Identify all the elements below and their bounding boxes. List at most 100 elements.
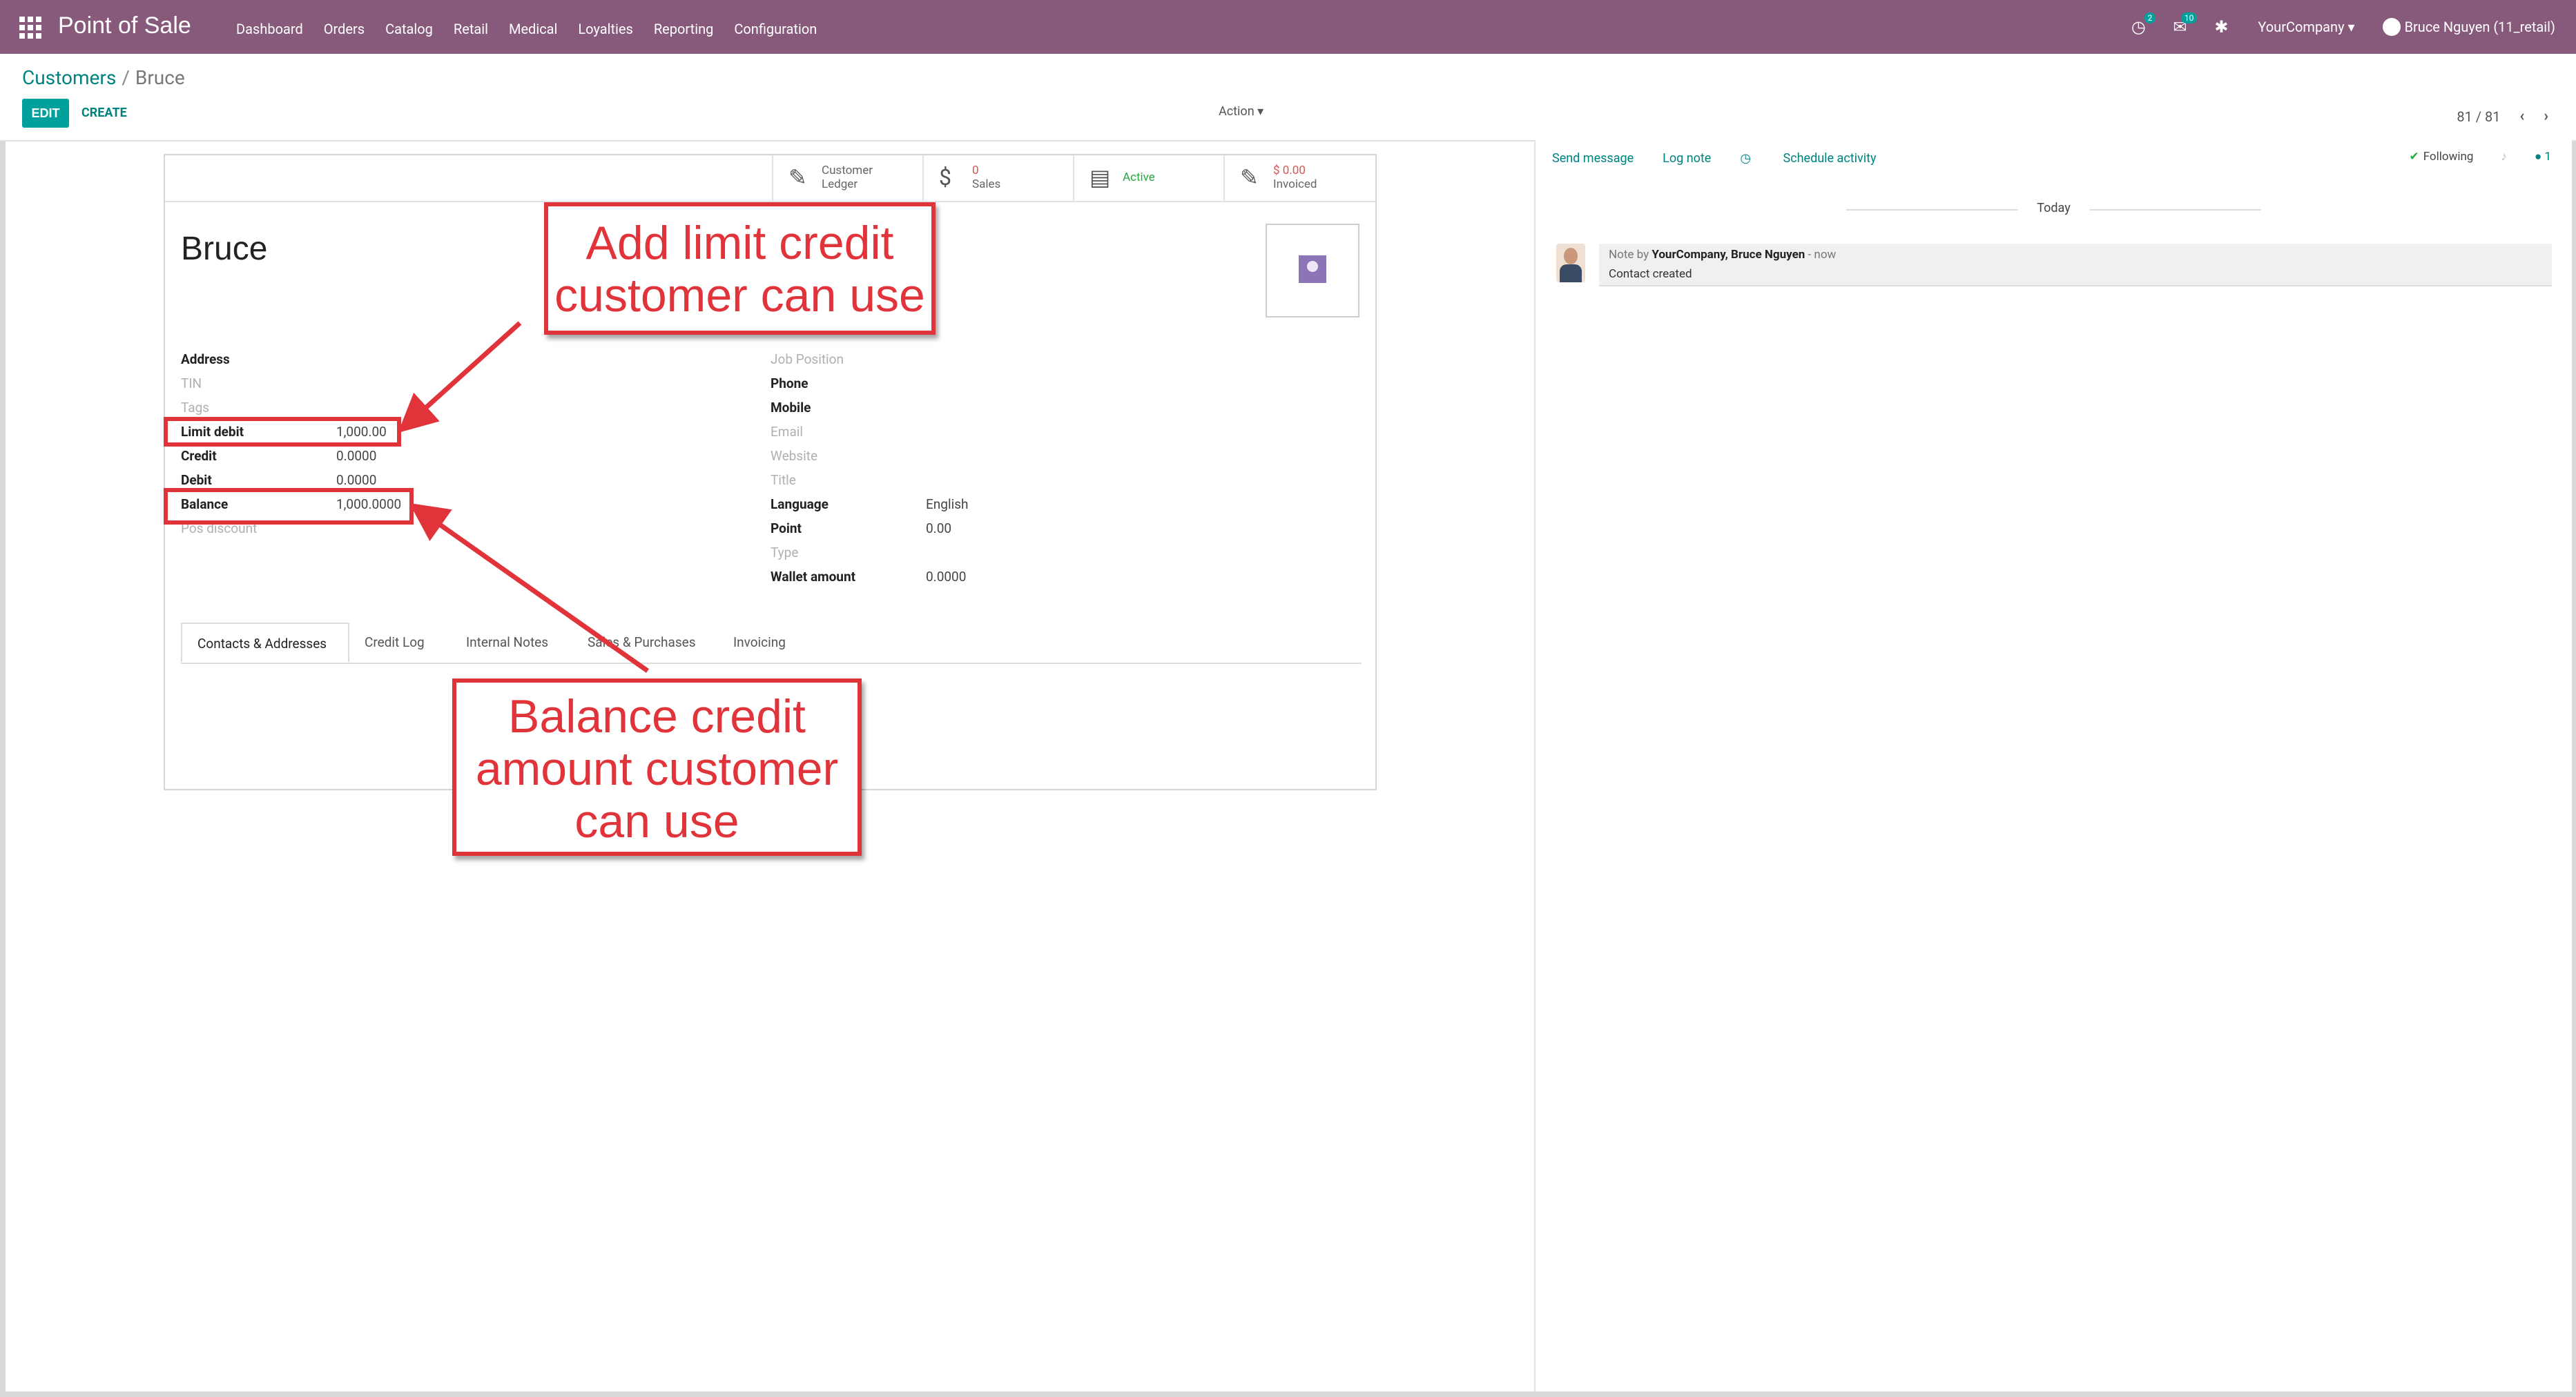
bell-icon[interactable]: ♪ xyxy=(2501,150,2507,164)
sales-button[interactable]: $ 0 Sales xyxy=(922,155,1074,201)
user-avatar xyxy=(2382,18,2401,36)
send-message-button[interactable]: Send message xyxy=(1552,151,1634,166)
website-label: Website xyxy=(771,448,818,464)
tab-invoicing[interactable]: Invoicing xyxy=(718,623,801,663)
app-brand[interactable]: Point of Sale xyxy=(58,12,191,39)
edit-button[interactable]: EDIT xyxy=(22,99,69,128)
user-menu[interactable]: Bruce Nguyen (11_retail) xyxy=(2382,18,2555,36)
mobile-label: Mobile xyxy=(771,400,811,416)
user-name: Bruce Nguyen (11_retail) xyxy=(2404,19,2555,35)
debit-value: 0.0000 xyxy=(336,472,377,488)
language-label: Language xyxy=(771,496,829,512)
menu-configuration[interactable]: Configuration xyxy=(734,21,817,37)
breadcrumb-customers[interactable]: Customers xyxy=(22,66,116,89)
debit-label: Debit xyxy=(181,472,212,488)
edit-square-icon: ✎ xyxy=(1240,164,1259,190)
credit-value: 0.0000 xyxy=(336,448,377,464)
clock-icon: ◷ xyxy=(1740,151,1754,166)
tab-sales-purchases[interactable]: Sales & Purchases xyxy=(572,623,711,663)
sales-text: 0 Sales xyxy=(972,164,1001,191)
main-menu: Dashboard Orders Catalog Retail Medical … xyxy=(236,21,837,37)
create-button[interactable]: CREATE xyxy=(81,106,127,120)
menu-retail[interactable]: Retail xyxy=(454,21,488,37)
dollar-icon: $ xyxy=(939,164,951,190)
email-label: Email xyxy=(771,424,804,440)
smart-button-box: ✎ Customer Ledger $ 0 Sales ▤ Active ✎ $ 0… xyxy=(165,155,1375,202)
activity-clock-icon[interactable]: ◷ 2 xyxy=(2127,12,2156,36)
limit-debit-highlight xyxy=(164,417,401,447)
note-time: - now xyxy=(1808,248,1837,262)
following-button[interactable]: Following xyxy=(2423,150,2474,164)
followers-button[interactable]: ● 1 xyxy=(2535,150,2551,164)
menu-medical[interactable]: Medical xyxy=(509,21,557,37)
title-label: Title xyxy=(771,472,796,488)
job-position-label: Job Position xyxy=(771,351,844,367)
company-switcher[interactable]: YourCompany ▾ xyxy=(2258,19,2354,35)
note-prefix: Note by xyxy=(1609,248,1649,262)
activity-badge: 2 xyxy=(2144,12,2156,23)
balance-highlight xyxy=(164,488,414,525)
menu-orders[interactable]: Orders xyxy=(324,21,365,37)
wallet-amount-label: Wallet amount xyxy=(771,569,856,585)
address-label: Address xyxy=(181,351,230,367)
tab-contacts-addresses[interactable]: Contacts & Addresses xyxy=(181,623,349,663)
message-body: Contact created xyxy=(1609,267,1692,281)
chevron-right-icon[interactable]: › xyxy=(2544,108,2548,125)
wallet-amount-value: 0.0000 xyxy=(926,569,967,585)
invoiced-text: $ 0.00 Invoiced xyxy=(1273,164,1317,191)
active-toggle-button[interactable]: ▤ Active xyxy=(1073,155,1225,201)
tin-label: TIN xyxy=(181,375,202,391)
action-dropdown[interactable]: Action ▾ xyxy=(1219,104,1263,119)
active-label: Active xyxy=(1123,170,1155,184)
tab-credit-log[interactable]: Credit Log xyxy=(349,623,440,663)
phone-label: Phone xyxy=(771,375,808,391)
navbar-systray: ◷ 2 ✉ 10 ✱ YourCompany ▾ Bruce Nguyen (11_… xyxy=(2109,12,2555,36)
menu-reporting[interactable]: Reporting xyxy=(654,21,714,37)
check-icon: ✔ xyxy=(2409,150,2419,164)
point-label: Point xyxy=(771,520,802,536)
customer-ledger-button[interactable]: ✎ Customer Ledger xyxy=(772,155,924,201)
credit-label: Credit xyxy=(181,448,217,464)
date-separator-label: Today xyxy=(2017,201,2090,215)
menu-catalog[interactable]: Catalog xyxy=(385,21,433,37)
note-author[interactable]: YourCompany, Bruce Nguyen xyxy=(1652,248,1805,262)
user-icon: ● xyxy=(2534,150,2545,164)
apps-grid-icon[interactable] xyxy=(19,17,41,39)
messages-comments-icon[interactable]: ✉ 10 xyxy=(2168,12,2198,36)
point-value: 0.00 xyxy=(926,520,952,536)
debug-bug-icon[interactable]: ✱ xyxy=(2209,18,2233,36)
follow-area: ✔ Following ♪ ● 1 xyxy=(2409,150,2551,164)
breadcrumb-current: Bruce xyxy=(135,66,185,89)
callout-balance-credit: Balance credit amount customer can use xyxy=(452,678,862,856)
control-panel: Customers / Bruce EDIT CREATE Action ▾ 81 … xyxy=(0,54,2576,141)
menu-dashboard[interactable]: Dashboard xyxy=(236,21,303,37)
invoiced-button[interactable]: ✎ $ 0.00 Invoiced xyxy=(1223,155,1375,201)
messages-badge: 10 xyxy=(2180,12,2198,23)
archive-icon: ▤ xyxy=(1090,164,1111,190)
message-header: Note by YourCompany, Bruce Nguyen - now xyxy=(1609,248,1836,262)
message-bubble: Note by YourCompany, Bruce Nguyen - now … xyxy=(1599,244,2552,286)
top-navbar: Point of Sale Dashboard Orders Catalog R… xyxy=(0,0,2576,54)
pager-value[interactable]: 81 / 81 xyxy=(2457,108,2500,125)
chatter-topbar: Send message Log note ◷ Schedule activit… xyxy=(1552,151,1935,166)
ledger-text: Customer Ledger xyxy=(822,164,873,191)
date-separator: Today xyxy=(1536,201,2572,216)
schedule-activity-label: Schedule activity xyxy=(1783,151,1877,166)
chevron-left-icon[interactable]: ‹ xyxy=(2519,108,2524,125)
record-pager: 81 / 81 ‹ › xyxy=(2457,108,2548,125)
chatter-message: Note by YourCompany, Bruce Nguyen - now … xyxy=(1556,244,2552,286)
partner-name: Bruce xyxy=(181,231,268,267)
callout-limit-credit: Add limit credit customer can use xyxy=(544,202,936,335)
partner-avatar[interactable] xyxy=(1266,224,1359,318)
tab-internal-notes[interactable]: Internal Notes xyxy=(451,623,563,663)
schedule-activity-button[interactable]: ◷ Schedule activity xyxy=(1740,151,1905,166)
log-note-button[interactable]: Log note xyxy=(1663,151,1711,166)
tags-label: Tags xyxy=(181,400,210,416)
menu-loyalties[interactable]: Loyalties xyxy=(578,21,632,37)
breadcrumb-separator: / xyxy=(122,66,130,89)
author-avatar[interactable] xyxy=(1556,244,1585,282)
language-value: English xyxy=(926,496,969,512)
type-label: Type xyxy=(771,545,799,560)
edit-square-icon: ✎ xyxy=(788,164,807,190)
notebook-tabs: Contacts & Addresses Credit Log Internal… xyxy=(181,623,1362,664)
